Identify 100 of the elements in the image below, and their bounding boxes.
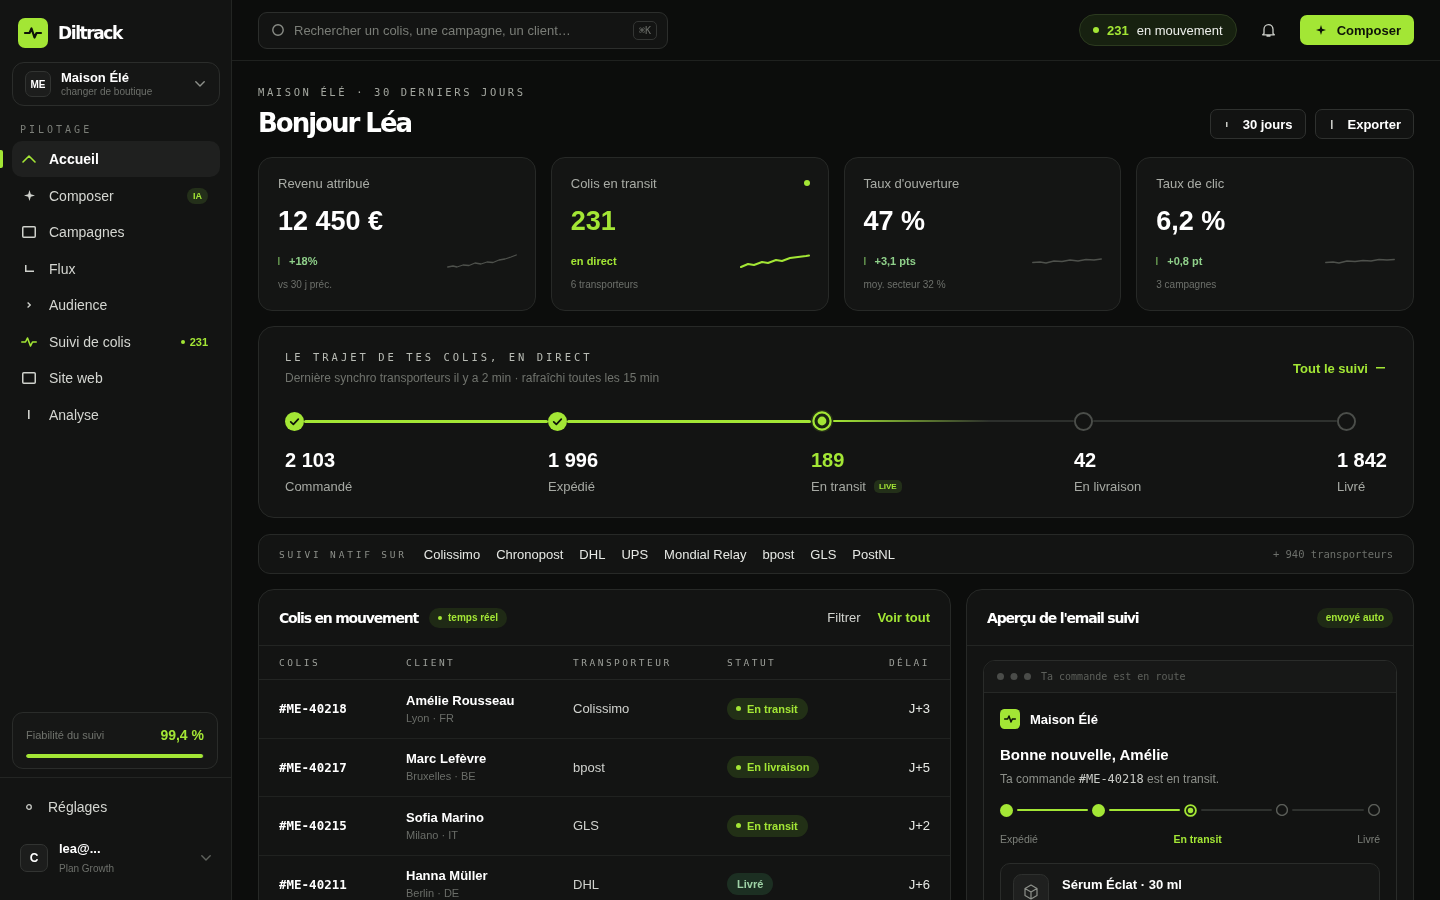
search-input[interactable]: Rechercher un colis, une campagne, un client… <box>294 22 623 38</box>
kpi-value: 47 % <box>863 205 927 238</box>
chevron-up-icon <box>22 155 36 164</box>
kpi-delta: en direct <box>570 255 617 267</box>
shop-hint: changer de boutique <box>61 85 154 98</box>
section-title: LE TRAJET DE TES COLIS, EN DIRECT <box>285 350 594 364</box>
user-avatar: C <box>20 844 48 872</box>
chevron-right-icon <box>27 302 31 309</box>
client-location: Bruxelles · BE <box>406 769 477 784</box>
status-badge: En transit <box>727 814 808 837</box>
live-count: 231 <box>180 335 208 348</box>
step-label: Expédié <box>1000 833 1038 846</box>
nav-item[interactable]: Flux <box>12 250 220 287</box>
pulse-icon <box>21 336 37 347</box>
kpi-value: 6,2 % <box>1156 205 1227 238</box>
dot-icon <box>736 764 741 770</box>
sparkle-icon <box>23 190 35 202</box>
carrier-name: Mondial Relay <box>664 546 747 562</box>
nav-item[interactable]: Site web <box>12 360 220 397</box>
nav-item[interactable]: Audience <box>12 287 220 324</box>
panel-title: Aperçu de l'email suivi <box>987 609 1139 626</box>
order-id: #ME-40215 <box>279 818 348 834</box>
step-count: 1 842 <box>1336 448 1387 472</box>
kpi-label: Colis en transit <box>570 175 657 191</box>
order-id: #ME-40218 <box>279 701 348 717</box>
client-name: Sofia Marino <box>406 809 485 826</box>
step-label: En transit <box>1173 833 1222 846</box>
dot-icon <box>438 615 442 620</box>
square-icon <box>22 226 36 239</box>
kpi-value: 12 450 € <box>278 205 385 238</box>
chevron-down-icon[interactable] <box>201 855 211 861</box>
column-header: DÉLAI <box>887 657 930 668</box>
shop-avatar: ME <box>25 71 51 97</box>
kpi-delta: +0,8 pt <box>1167 255 1203 267</box>
carrier-name: bpost <box>762 546 795 562</box>
status-badge: Livré <box>727 873 774 896</box>
nav-item[interactable]: Analyse <box>12 396 220 433</box>
reliability-value: 99,4 % <box>160 727 204 743</box>
step-label: Commandé <box>285 478 353 494</box>
user-email: lea@... <box>59 841 102 857</box>
notifications-button[interactable] <box>1261 23 1275 37</box>
status-badge: En transit <box>727 697 808 720</box>
nav-item[interactable]: Suivi de colis 231 <box>12 323 220 360</box>
email-message: Ta commande #ME-40218 est en transit. <box>1000 772 1221 787</box>
step-count: 42 <box>1073 448 1098 472</box>
carrier-name: DHL <box>573 876 600 892</box>
carrier-name: GLS <box>810 546 837 562</box>
panel-title: Colis en mouvement <box>279 609 418 626</box>
brand-name: Diltrack <box>58 23 122 43</box>
sparkline-icon <box>739 254 810 268</box>
tick-icon <box>1225 121 1228 127</box>
client-location: Milano · IT <box>406 827 459 842</box>
shop-name: Maison Élé <box>61 70 130 85</box>
see-all-link[interactable]: Tout le suivi <box>1293 360 1385 376</box>
export-button[interactable]: Exporter <box>1314 109 1414 139</box>
step-label: Expédié <box>548 478 595 494</box>
realtime-badge: temps réel <box>429 607 507 628</box>
kpi-note: 6 transporteurs <box>570 279 639 291</box>
ai-badge: IA <box>187 187 208 204</box>
client-name: Marc Lefèvre <box>406 751 488 768</box>
column-header: CLIENT <box>406 657 457 668</box>
nav-item[interactable]: Accueil <box>12 141 220 178</box>
sparkline-icon <box>1325 258 1395 264</box>
nav-item[interactable]: Campagnes <box>12 214 220 251</box>
view-all-link[interactable]: Voir tout <box>877 610 930 625</box>
progress-line <box>1017 809 1088 811</box>
logo-icon <box>1000 709 1020 729</box>
carrier-name: Chronopost <box>496 546 564 562</box>
email-subject: Ta commande est en route <box>1041 671 1186 682</box>
delay-value: J+2 <box>907 818 930 834</box>
corner-icon <box>24 265 34 273</box>
client-name: Hanna Müller <box>406 868 489 885</box>
sync-status: Dernière synchro transporteurs il y a 2 min · rafraîchi toutes les 15 min <box>285 371 660 386</box>
carrier-name: GLS <box>573 818 600 834</box>
column-header: STATUT <box>727 657 778 668</box>
compose-button[interactable]: Composer <box>1299 15 1414 45</box>
step-label: Livré <box>1336 478 1366 494</box>
search-field[interactable]: Rechercher un colis, une campagne, un client… ⌘K <box>258 11 668 49</box>
shop-switcher[interactable]: ME Maison Élé changer de boutique <box>12 62 220 106</box>
bar-icon <box>863 257 866 265</box>
period-button[interactable]: 30 jours <box>1209 109 1306 139</box>
dot-icon <box>736 823 741 829</box>
kpi-delta: +3,1 pts <box>874 255 916 267</box>
bar-icon <box>1156 257 1159 265</box>
dash-icon <box>1376 367 1385 369</box>
live-dot-icon <box>803 180 810 186</box>
auto-send-badge: envoyé auto <box>1316 607 1393 628</box>
dot-icon <box>736 706 741 712</box>
client-location: Lyon · FR <box>406 710 455 725</box>
shortcut-key: ⌘K <box>632 20 657 40</box>
filter-link[interactable]: Filtrer <box>827 610 861 625</box>
sparkline-icon <box>1032 258 1103 264</box>
chevron-down-icon[interactable] <box>195 81 205 87</box>
step-count: 189 <box>810 448 846 472</box>
delay-value: J+6 <box>907 876 930 892</box>
settings-item[interactable]: Réglages <box>20 796 108 818</box>
order-id: #ME-40217 <box>279 759 348 775</box>
nav-item[interactable]: Composer IA <box>12 177 220 214</box>
kpi-value: 231 <box>570 205 617 238</box>
circle-icon <box>26 804 32 810</box>
